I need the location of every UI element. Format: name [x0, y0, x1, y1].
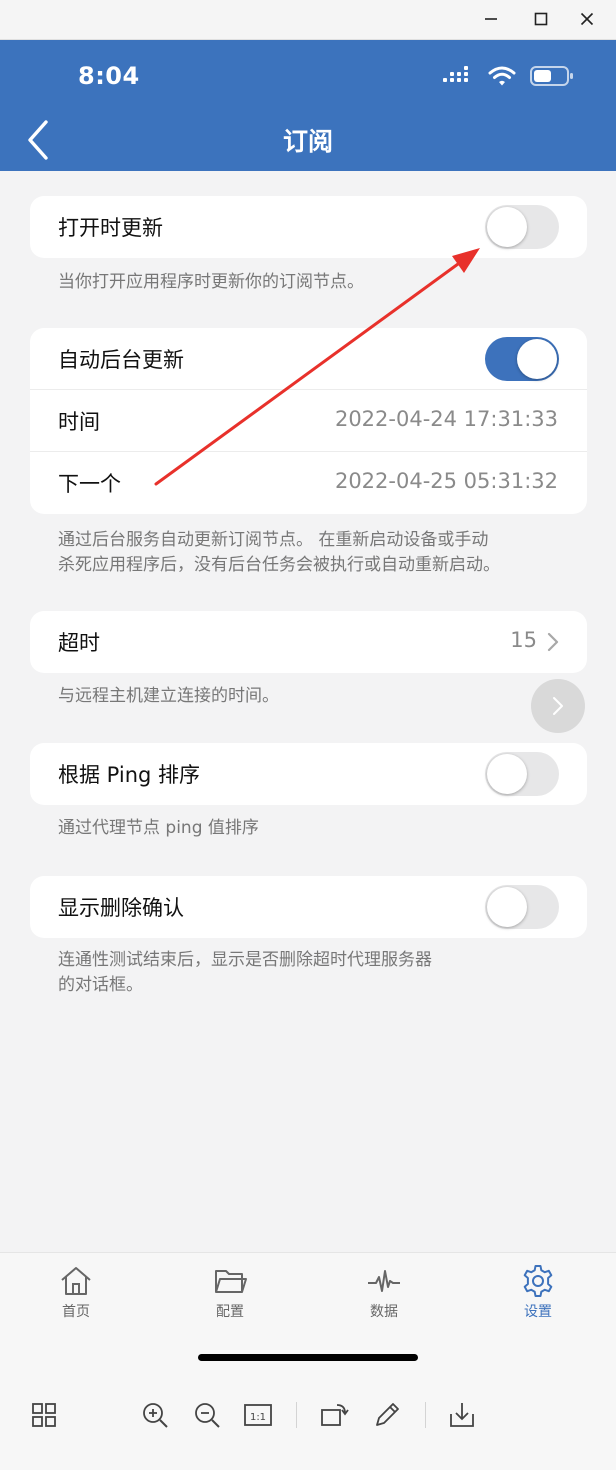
auto-background-note-line2: 杀死应用程序后，没有后台任务会被执行或自动重新启动。 — [58, 555, 500, 575]
folder-icon — [215, 1270, 247, 1293]
next-value: 2022-04-25 05:31:32 — [334, 469, 558, 493]
ping-sort-toggle[interactable] — [485, 752, 559, 796]
next-row: 下一个 2022-04-25 05:31:32 — [30, 452, 587, 514]
update-on-open-toggle[interactable] — [485, 205, 559, 249]
floating-forward-button[interactable] — [531, 679, 585, 733]
delete-confirm-card: 显示删除确认 — [30, 876, 587, 938]
time-value: 2022-04-24 17:31:33 — [334, 407, 558, 431]
viewer-toolbar: 1:1 — [0, 1382, 616, 1470]
delete-confirm-label: 显示删除确认 — [58, 896, 184, 920]
actual-size-icon[interactable]: 1:1 — [243, 1400, 273, 1430]
time-label: 时间 — [58, 410, 100, 434]
timeout-note: 与远程主机建立连接的时间。 — [58, 686, 279, 706]
delete-confirm-row: 显示删除确认 — [30, 876, 587, 938]
toggle-knob — [487, 754, 527, 794]
zoom-out-icon[interactable] — [192, 1400, 222, 1430]
gear-icon — [523, 1265, 553, 1297]
tab-data[interactable]: 数据 — [344, 1263, 424, 1321]
delete-confirm-note-line1: 连通性测试结束后，显示是否删除超时代理服务器 — [58, 950, 432, 970]
grid-icon[interactable] — [29, 1400, 59, 1430]
toggle-knob — [487, 887, 527, 927]
next-label: 下一个 — [58, 472, 121, 496]
chevron-right-icon — [553, 697, 563, 715]
timeout-value: 15 — [510, 628, 537, 652]
zoom-in-icon[interactable] — [140, 1400, 170, 1430]
tab-home-label: 首页 — [62, 1304, 90, 1320]
ping-sort-label: 根据 Ping 排序 — [58, 763, 201, 787]
maximize-icon[interactable] — [524, 6, 558, 32]
tab-settings-label: 设置 — [524, 1304, 552, 1320]
app-header: 8:04 订阅 — [0, 40, 616, 171]
tab-data-label: 数据 — [370, 1304, 398, 1320]
close-icon[interactable] — [570, 6, 604, 32]
toolbar-divider — [296, 1402, 297, 1428]
update-on-open-note: 当你打开应用程序时更新你的订阅节点。 — [58, 272, 364, 292]
window-titlebar — [0, 0, 616, 40]
tab-config[interactable]: 配置 — [190, 1263, 270, 1321]
home-indicator — [198, 1354, 418, 1361]
tab-settings[interactable]: 设置 — [498, 1263, 578, 1321]
auto-background-note-line1: 通过后台服务自动更新订阅节点。 在重新启动设备或手动 — [58, 530, 489, 550]
update-on-open-card: 打开时更新 — [30, 196, 587, 258]
ping-sort-row: 根据 Ping 排序 — [30, 743, 587, 805]
time-row: 时间 2022-04-24 17:31:33 — [30, 390, 587, 452]
minimize-icon[interactable] — [474, 6, 508, 32]
delete-confirm-note-line2: 的对话框。 — [58, 975, 143, 995]
settings-content[interactable]: 打开时更新 当你打开应用程序时更新你的订阅节点。 自动后台更新 时间 2022-… — [0, 171, 616, 1253]
toggle-knob — [517, 339, 557, 379]
timeout-label: 超时 — [58, 631, 100, 655]
auto-background-label: 自动后台更新 — [58, 348, 184, 372]
delete-confirm-note: 连通性测试结束后，显示是否删除超时代理服务器 的对话框。 — [58, 948, 558, 998]
wifi-icon — [488, 66, 516, 86]
svg-text:1:1: 1:1 — [250, 1412, 266, 1423]
battery-icon — [530, 66, 573, 86]
update-on-open-label: 打开时更新 — [58, 216, 163, 240]
pencil-icon[interactable] — [372, 1400, 402, 1430]
home-icon — [61, 1267, 91, 1295]
chevron-right-icon — [547, 632, 559, 652]
page-title: 订阅 — [282, 127, 333, 156]
update-on-open-row: 打开时更新 — [30, 196, 587, 258]
tab-home[interactable]: 首页 — [36, 1263, 116, 1321]
rotate-icon[interactable] — [319, 1400, 349, 1430]
tab-config-label: 配置 — [216, 1304, 244, 1320]
timeout-row[interactable]: 超时 15 — [30, 611, 587, 673]
tab-bar: 首页 配置 数据 设置 — [0, 1252, 616, 1382]
auto-background-card: 自动后台更新 时间 2022-04-24 17:31:33 下一个 2022-0… — [30, 328, 587, 514]
ping-sort-card: 根据 Ping 排序 — [30, 743, 587, 805]
auto-background-toggle[interactable] — [485, 337, 559, 381]
activity-icon — [368, 1270, 400, 1292]
timeout-card[interactable]: 超时 15 — [30, 611, 587, 673]
auto-background-row: 自动后台更新 — [30, 328, 587, 390]
auto-background-note: 通过后台服务自动更新订阅节点。 在重新启动设备或手动 杀死应用程序后，没有后台任… — [58, 528, 558, 578]
status-icons — [442, 64, 574, 88]
download-icon[interactable] — [447, 1400, 477, 1430]
toggle-knob — [487, 207, 527, 247]
delete-confirm-toggle[interactable] — [485, 885, 559, 929]
signal-icon — [443, 66, 468, 82]
ping-sort-note: 通过代理节点 ping 值排序 — [58, 818, 259, 838]
status-time: 8:04 — [78, 62, 140, 90]
toolbar-divider — [425, 1402, 426, 1428]
